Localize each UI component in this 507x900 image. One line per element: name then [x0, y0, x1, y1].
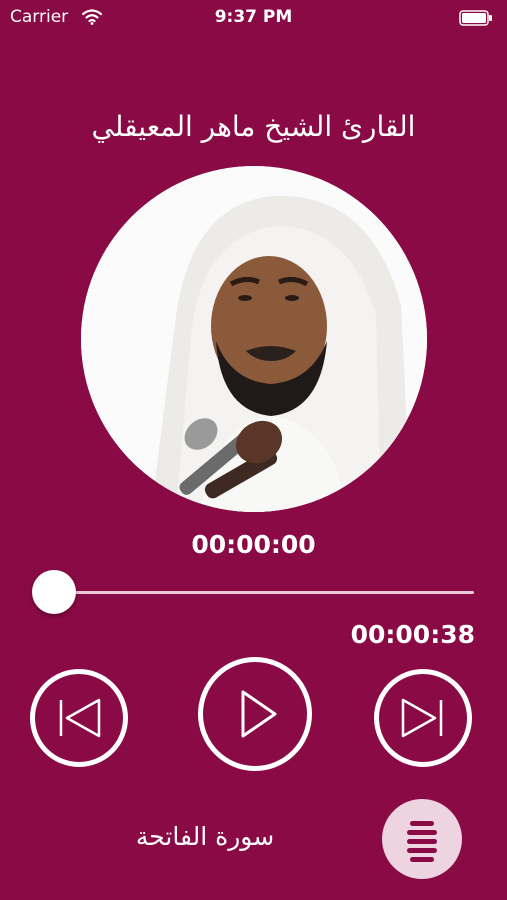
list-menu-icon: [407, 821, 437, 862]
playlist-menu-button[interactable]: [382, 799, 462, 879]
skip-next-icon: [401, 698, 443, 738]
elapsed-time: 00:00:00: [191, 530, 316, 559]
play-icon: [241, 690, 277, 738]
total-duration: 00:00:38: [350, 620, 475, 649]
reciter-portrait: [81, 166, 427, 512]
progress-track[interactable]: [54, 591, 474, 594]
next-button[interactable]: [374, 669, 472, 767]
battery-icon: [459, 10, 493, 31]
skip-previous-icon: [59, 698, 101, 738]
progress-thumb[interactable]: [32, 570, 76, 614]
play-button[interactable]: [198, 657, 312, 771]
status-bar: Carrier 9:37 PM: [0, 0, 507, 36]
clock: 9:37 PM: [214, 7, 293, 27]
previous-button[interactable]: [30, 669, 128, 767]
reciter-title: القارئ الشيخ ماهر المعيقلي: [91, 110, 416, 143]
surah-name: سورة الفاتحة: [135, 822, 275, 851]
